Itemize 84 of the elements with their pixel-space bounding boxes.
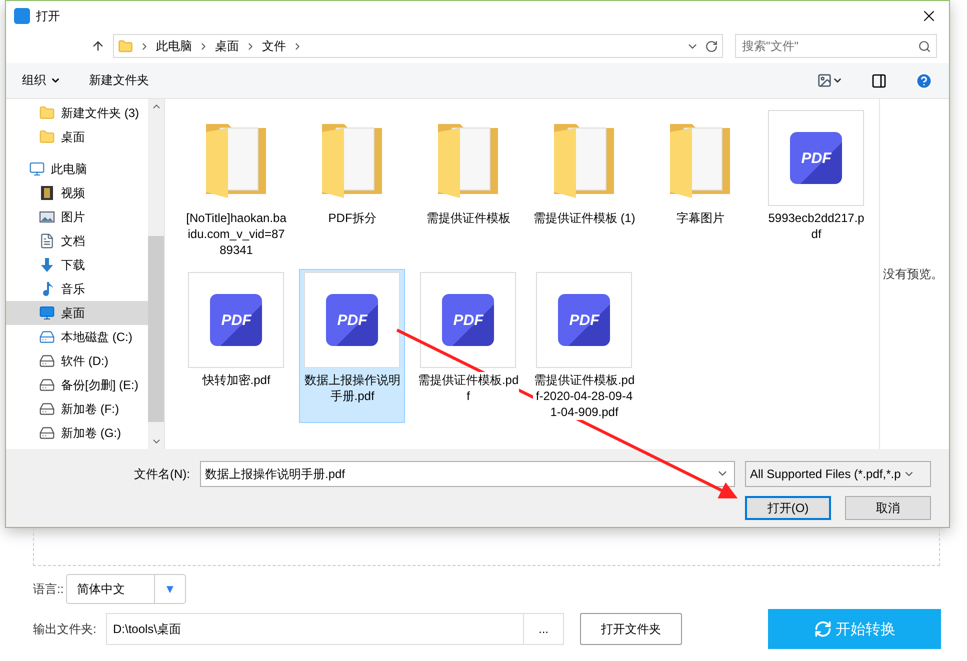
nav-item[interactable]: 此电脑	[6, 157, 148, 181]
picture-icon	[817, 73, 832, 88]
drive-icon	[39, 401, 55, 417]
nav-item[interactable]: 桌面	[6, 125, 148, 149]
nav-item[interactable]: 新加卷 (F:)	[6, 397, 148, 421]
nav-label: 下载	[61, 256, 85, 274]
filename-label: 文件名(N):	[134, 466, 190, 482]
file-item[interactable]: 需提供证件模板 (1)	[531, 107, 638, 261]
breadcrumb[interactable]: 此电脑	[156, 38, 192, 54]
window-title: 打开	[36, 8, 61, 24]
nav-label: 视频	[61, 184, 85, 202]
nav-label: 新加卷 (F:)	[61, 400, 119, 418]
nav-label: 桌面	[61, 304, 85, 322]
nav-label: 软件 (D:)	[61, 352, 108, 370]
preview-message: 没有预览。	[883, 266, 943, 282]
download-icon	[39, 257, 55, 273]
nav-label: 桌面	[61, 128, 85, 146]
drive-icon	[39, 425, 55, 441]
nav-item[interactable]: 备份[勿删] (E:)	[6, 373, 148, 397]
app-icon	[14, 8, 30, 24]
refresh-icon	[814, 620, 832, 638]
pdf-icon: PDF	[210, 294, 262, 346]
pdf-icon: PDF	[558, 294, 610, 346]
nav-label: 新加卷 (G:)	[61, 424, 121, 442]
file-name: 需提供证件模板 (1)	[533, 210, 636, 226]
desktop-icon	[39, 305, 55, 321]
cancel-button[interactable]: 取消	[845, 496, 931, 520]
nav-item[interactable]: 新建文件夹 (3)	[6, 101, 148, 125]
preview-pane-icon[interactable]	[871, 72, 887, 88]
nav-item[interactable]: 音乐	[6, 277, 148, 301]
open-folder-button[interactable]: 打开文件夹	[580, 613, 682, 645]
search-icon	[918, 40, 931, 53]
search-field[interactable]: 搜索"文件"	[735, 34, 937, 58]
view-button[interactable]	[817, 73, 843, 88]
file-item[interactable]: 字幕图片	[647, 107, 754, 261]
film-icon	[39, 185, 55, 201]
nav-item[interactable]: 桌面	[6, 301, 148, 325]
language-select[interactable]: 简体中文 ▼	[66, 574, 186, 604]
nav-item[interactable]: 软件 (D:)	[6, 349, 148, 373]
nav-label: 文档	[61, 232, 85, 250]
file-item[interactable]: 需提供证件模板	[415, 107, 522, 261]
computer-icon	[29, 161, 45, 177]
folder-icon	[39, 129, 55, 145]
folder-icon	[39, 105, 55, 121]
file-item[interactable]: PDF拆分	[299, 107, 406, 261]
picture-icon	[39, 209, 55, 225]
scrollbar[interactable]	[148, 99, 164, 449]
nav-item[interactable]: 下载	[6, 253, 148, 277]
nav-item[interactable]: 文档	[6, 229, 148, 253]
open-button[interactable]: 打开(O)	[745, 496, 831, 520]
nav-label: 本地磁盘 (C:)	[61, 328, 132, 346]
nav-item[interactable]: 视频	[6, 181, 148, 205]
drive-icon	[39, 377, 55, 393]
document-icon	[39, 233, 55, 249]
pdf-icon: PDF	[442, 294, 494, 346]
refresh-icon[interactable]	[705, 40, 718, 52]
pdf-icon: PDF	[326, 294, 378, 346]
system-drive-icon	[39, 329, 55, 345]
nav-label: 音乐	[61, 280, 85, 298]
file-item[interactable]: PDF 数据上报操作说明手册.pdf	[299, 269, 406, 423]
nav-label: 此电脑	[51, 160, 87, 178]
folder-icon	[118, 38, 133, 54]
nav-item[interactable]: 新加卷 (G:)	[6, 421, 148, 445]
breadcrumb[interactable]: 桌面	[215, 38, 239, 54]
language-label: 语言::	[33, 580, 65, 598]
organize-button[interactable]: 组织	[22, 72, 61, 89]
nav-label: 备份[勿删] (E:)	[61, 376, 138, 394]
file-item[interactable]: [NoTitle]haokan.baidu.com_v_vid=8789341	[183, 107, 290, 261]
pdf-icon: PDF	[790, 132, 842, 184]
up-button[interactable]	[91, 39, 105, 53]
nav-item[interactable]: 本地磁盘 (C:)	[6, 325, 148, 349]
nav-item[interactable]: 图片	[6, 205, 148, 229]
file-name: 需提供证件模板.pdf-2020-04-28-09-41-04-909.pdf	[533, 372, 636, 420]
address-bar[interactable]: 此电脑 桌面 文件	[113, 34, 723, 58]
nav-label: 新建文件夹 (3)	[61, 104, 139, 122]
help-icon[interactable]	[915, 72, 933, 90]
output-folder-field[interactable]: D:\tools\桌面 ...	[106, 613, 564, 645]
nav-label: 图片	[61, 208, 85, 226]
filename-field[interactable]: 数据上报操作说明手册.pdf	[200, 461, 735, 487]
drive-icon	[39, 353, 55, 369]
output-folder-label: 输出文件夹:	[33, 620, 98, 638]
new-folder-button[interactable]: 新建文件夹	[89, 72, 149, 89]
breadcrumb[interactable]: 文件	[262, 38, 286, 54]
file-type-select[interactable]: All Supported Files (*.pdf,*.p	[745, 461, 931, 487]
